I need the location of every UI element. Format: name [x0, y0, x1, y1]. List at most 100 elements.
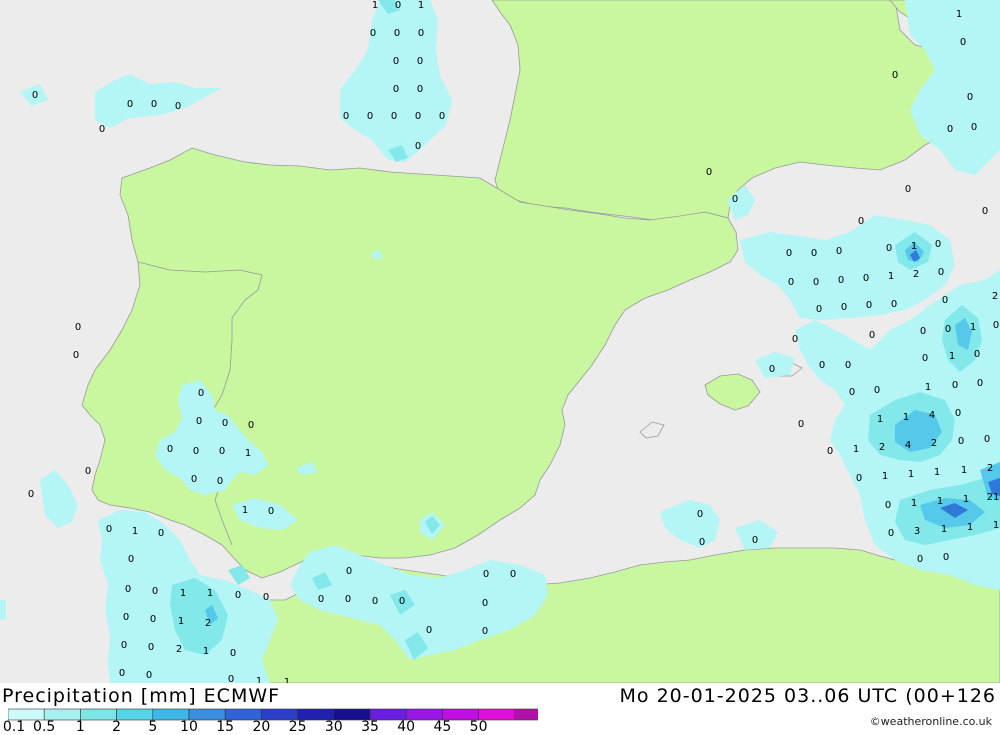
precip-value-label: 0	[885, 500, 891, 511]
precip-value-label: 0	[845, 360, 851, 371]
precip-value-label: 0	[813, 277, 819, 288]
precip-value-label: 0	[891, 299, 897, 310]
precip-value-label: 0	[399, 596, 405, 607]
precip-value-label: 0	[935, 239, 941, 250]
precip-value-label: 0	[395, 0, 401, 11]
precip-value-label: 1	[877, 414, 883, 425]
precip-value-label: 0	[426, 625, 432, 636]
precip-value-label: 0	[769, 364, 775, 375]
precip-value-label: 1	[925, 382, 931, 393]
precip-value-label: 0	[866, 300, 872, 311]
precip-value-label: 0	[415, 111, 421, 122]
precip-value-label: 0	[417, 56, 423, 67]
precip-value-label: 0	[128, 554, 134, 565]
precip-value-label: 1	[911, 241, 917, 252]
precip-value-label: 0	[222, 418, 228, 429]
precip-value-label: 0	[836, 246, 842, 257]
precip-value-label: 0	[816, 304, 822, 315]
precip-value-label: 0	[952, 380, 958, 391]
forecast-time: Mo 20-01-2025 03..06 UTC (00+126	[619, 685, 996, 707]
precip-value-label: 0	[150, 614, 156, 625]
precip-value-label: 0	[268, 506, 274, 517]
precip-value-label: 0	[175, 101, 181, 112]
precip-value-label: 0	[863, 273, 869, 284]
precip-value-label: 21	[987, 492, 1000, 503]
map-footer: Precipitation [mm] ECMWF Mo 20-01-2025 0…	[0, 683, 1000, 735]
precip-value-label: 1	[203, 646, 209, 657]
precip-value-label: 0	[792, 334, 798, 345]
precip-value-label: 1	[418, 0, 424, 11]
precip-value-label: 1	[961, 465, 967, 476]
precip-value-label: 0	[418, 28, 424, 39]
precip-value-label: 0	[697, 509, 703, 520]
precip-value-label: 0	[152, 586, 158, 597]
precip-value-label: 1	[242, 505, 248, 516]
precip-value-label: 3	[914, 526, 920, 537]
precip-value-label: 0	[235, 590, 241, 601]
precip-value-label: 0	[858, 216, 864, 227]
precip-value-label: 1	[934, 467, 940, 478]
precip-value-label: 0	[482, 598, 488, 609]
precip-value-label: 0	[217, 476, 223, 487]
precip-value-label: 0	[106, 524, 112, 535]
precip-value-label: 0	[248, 420, 254, 431]
precip-value-label: 1	[949, 351, 955, 362]
precip-value-label: 0	[99, 124, 105, 135]
precip-value-label: 0	[967, 92, 973, 103]
precip-value-label: 0	[945, 324, 951, 335]
precip-value-label: 0	[28, 489, 34, 500]
precip-value-label: 0	[482, 626, 488, 637]
precip-value-label: 0	[191, 474, 197, 485]
precip-value-label: 2	[931, 438, 937, 449]
precip-value-label: 0	[971, 122, 977, 133]
precip-value-label: 0	[993, 320, 999, 331]
precip-value-label: 2	[205, 618, 211, 629]
precip-value-label: 0	[343, 111, 349, 122]
precip-value-label: 0	[151, 99, 157, 110]
precip-value-label: 1	[903, 412, 909, 423]
precip-value-label: 0	[372, 596, 378, 607]
precip-value-label: 0	[510, 569, 516, 580]
precip-value-label: 0	[819, 360, 825, 371]
precip-value-label: 0	[345, 594, 351, 605]
precip-value-label: 0	[367, 111, 373, 122]
precip-value-label: 0	[977, 378, 983, 389]
precip-value-label: 2	[987, 463, 993, 474]
precip-value-label: 0	[196, 416, 202, 427]
precip-value-label: 0	[439, 111, 445, 122]
precip-value-label: 0	[874, 385, 880, 396]
precip-value-label: 0	[892, 70, 898, 81]
precip-value-label: 1	[956, 9, 962, 20]
precip-value-label: 1	[207, 588, 213, 599]
precip-value-label: 1	[180, 588, 186, 599]
precip-value-label: 2	[879, 442, 885, 453]
precip-value-label: 0	[119, 668, 125, 679]
precip-value-label: 0	[984, 434, 990, 445]
precip-value-label: 1	[132, 526, 138, 537]
map-title: Precipitation [mm] ECMWF	[2, 685, 281, 707]
precip-value-label: 0	[811, 248, 817, 259]
precip-value-label: 4	[929, 410, 935, 421]
precip-value-label: 1	[963, 494, 969, 505]
precip-value-label: 0	[417, 84, 423, 95]
precip-value-label: 1	[256, 676, 262, 683]
precip-value-label: 0	[148, 642, 154, 653]
precip-value-label: 0	[922, 353, 928, 364]
precip-value-label: 0	[732, 194, 738, 205]
precip-value-label: 0	[125, 584, 131, 595]
precip-value-label: 0	[85, 466, 91, 477]
precip-value-label: 0	[263, 592, 269, 603]
precip-value-label: 1	[908, 469, 914, 480]
precip-value-label: 1	[882, 471, 888, 482]
precip-value-label: 0	[699, 537, 705, 548]
credit-link[interactable]: ©weatheronline.co.uk	[870, 715, 992, 728]
precip-value-label: 0	[856, 473, 862, 484]
precip-value-label: 1	[941, 524, 947, 535]
precip-value-label: 0	[920, 326, 926, 337]
precip-value-label: 0	[346, 566, 352, 577]
precip-value-label: 0	[219, 446, 225, 457]
map-canvas: 1 0 1 0 0 0 0 0 0 0 0 0 0 0 0 0 0 0 0 0 0 1 0 0 0 0 0 0 0 0 0 0 0 1 0 0 0 0 0 0…	[0, 0, 1000, 683]
precip-value-label: 0	[394, 28, 400, 39]
precip-value-label: 0	[974, 349, 980, 360]
precip-value-label: 2	[176, 644, 182, 655]
